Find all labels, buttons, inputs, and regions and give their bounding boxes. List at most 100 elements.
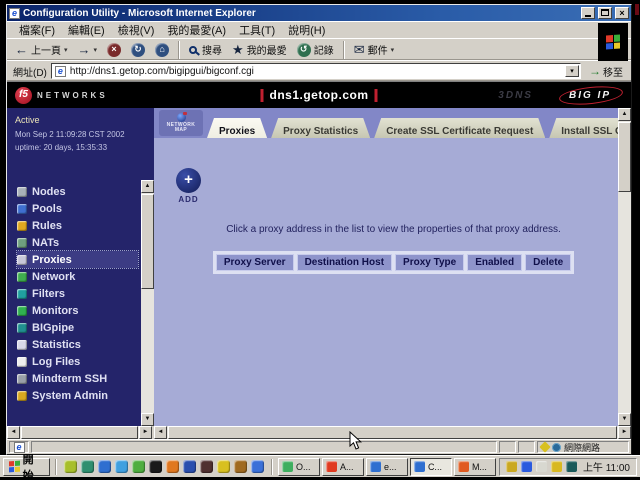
menu-item[interactable]: 檢視(V) [112, 21, 161, 39]
taskbar-window-button[interactable]: M... [454, 458, 496, 476]
sidebar-item-statistics[interactable]: Statistics [17, 336, 138, 353]
favorites-icon: ★ [232, 43, 244, 57]
sidebar-vertical-scrollbar[interactable]: ▲ ▼ [141, 180, 154, 426]
link-3dns[interactable]: 3DNS [498, 90, 533, 101]
scrollbar-thumb[interactable] [618, 122, 631, 192]
tray-icon[interactable] [566, 461, 577, 472]
tab-label: Create SSL Certificate Request [386, 126, 533, 137]
sidebar-item-log-files[interactable]: Log Files [17, 353, 138, 370]
sidebar-horizontal-scrollbar[interactable]: ◄ ► [7, 426, 154, 439]
column-header-proxy-type: Proxy Type [395, 254, 464, 271]
menu-item[interactable]: 我的最愛(A) [161, 21, 232, 39]
sidebar-item-rules[interactable]: Rules [17, 217, 138, 234]
quick-launch-icon[interactable] [234, 460, 247, 473]
quick-launch-icon[interactable] [183, 460, 196, 473]
go-label: 移至 [603, 64, 623, 79]
scroll-down-icon[interactable]: ▼ [141, 413, 154, 426]
main-vertical-scrollbar[interactable]: ▲ ▼ [618, 108, 631, 426]
scrollbar-thumb[interactable] [168, 426, 617, 439]
menu-item[interactable]: 檔案(F) [13, 21, 61, 39]
home-button[interactable]: ⌂ [151, 40, 173, 60]
menu-item[interactable]: 編輯(E) [62, 21, 111, 39]
statistics-icon [17, 340, 27, 350]
minimize-button[interactable] [581, 7, 595, 19]
page-icon: e [55, 66, 66, 77]
close-button[interactable]: × [615, 7, 629, 19]
tray-icon[interactable] [551, 461, 562, 472]
title-bar[interactable]: e Configuration Utility - Microsoft Inte… [7, 5, 631, 21]
scroll-right-icon[interactable]: ► [618, 426, 631, 439]
sidebar-item-proxies[interactable]: Proxies [17, 251, 138, 268]
window-icon [282, 461, 293, 472]
nodes-icon [17, 187, 27, 197]
quick-launch-icon[interactable] [81, 460, 94, 473]
quick-launch-icon[interactable] [115, 460, 128, 473]
sidebar-item-nats[interactable]: NATs [17, 234, 138, 251]
window-title: O... [296, 462, 311, 472]
taskbar-window-button[interactable]: A... [322, 458, 364, 476]
sidebar-item-mindterm-ssh[interactable]: Mindterm SSH [17, 370, 138, 387]
network-map-button[interactable]: NETWORK MAP [159, 110, 203, 136]
ie-window: e Configuration Utility - Microsoft Inte… [6, 4, 632, 455]
bigpipe-icon [17, 323, 27, 333]
f5-networks-wordmark: NETWORKS [37, 91, 108, 100]
search-button[interactable]: 搜尋 [185, 40, 226, 60]
tab-proxy-statistics[interactable]: Proxy Statistics [271, 118, 370, 138]
forward-button[interactable]: →▾ [74, 40, 102, 60]
favorites-button[interactable]: ★我的最愛 [228, 40, 291, 60]
quick-launch-icon[interactable] [98, 460, 111, 473]
quick-launch-icon[interactable] [166, 460, 179, 473]
scroll-up-icon[interactable]: ▲ [618, 108, 631, 121]
f5-logo-icon: f5 [15, 87, 32, 104]
scroll-left-icon[interactable]: ◄ [154, 426, 167, 439]
scrollbar-thumb[interactable] [21, 426, 138, 439]
stop-button[interactable]: × [103, 40, 125, 60]
scroll-right-icon[interactable]: ► [139, 426, 152, 439]
scrollbar-thumb[interactable] [141, 194, 154, 289]
dropdown-arrow-icon: ▾ [391, 46, 395, 54]
maximize-button[interactable] [598, 7, 612, 19]
taskbar-window-button[interactable]: O... [278, 458, 320, 476]
quick-launch-icon[interactable] [251, 460, 264, 473]
forward-icon: → [78, 43, 91, 57]
address-dropdown-icon[interactable]: ▾ [565, 65, 579, 77]
refresh-button[interactable]: ↻ [127, 40, 149, 60]
tray-icon[interactable] [521, 461, 532, 472]
tab-proxies[interactable]: Proxies [207, 118, 267, 138]
scroll-left-icon[interactable]: ◄ [7, 426, 20, 439]
sidebar-item-pools[interactable]: Pools [17, 200, 138, 217]
tray-icon[interactable] [506, 461, 517, 472]
mail-button[interactable]: ✉郵件▾ [350, 40, 398, 60]
sidebar-item-monitors[interactable]: Monitors [17, 302, 138, 319]
go-button[interactable]: → 移至 [585, 64, 627, 79]
quick-launch-icon[interactable] [149, 460, 162, 473]
taskbar-window-button[interactable]: C... [410, 458, 452, 476]
quick-launch-icon[interactable] [200, 460, 213, 473]
sidebar-item-bigpipe[interactable]: BIGpipe [17, 319, 138, 336]
add-proxy-button[interactable]: + ADD [176, 168, 201, 204]
address-input[interactable]: e http://dns1.getop.com/bigipgui/bigconf… [51, 63, 581, 79]
sidebar-item-network[interactable]: Network [17, 268, 138, 285]
back-button[interactable]: ←上一頁▾ [11, 40, 72, 60]
proxy-table: Proxy ServerDestination HostProxy TypeEn… [213, 251, 574, 274]
tray-icon[interactable] [536, 461, 547, 472]
hostname-banner: dns1.getop.com [260, 88, 377, 102]
history-button[interactable]: ↺記錄 [293, 40, 338, 60]
quick-launch-icon[interactable] [64, 460, 77, 473]
scroll-up-icon[interactable]: ▲ [141, 180, 154, 193]
scroll-down-icon[interactable]: ▼ [618, 413, 631, 426]
sidebar-item-nodes[interactable]: Nodes [17, 183, 138, 200]
toolbar-button-label: 我的最愛 [247, 42, 287, 57]
menu-item[interactable]: 說明(H) [282, 21, 331, 39]
window-icon [370, 461, 381, 472]
quick-launch-icon[interactable] [132, 460, 145, 473]
start-button[interactable]: 開始 [3, 458, 50, 476]
tab-create-ssl-certificate-request[interactable]: Create SSL Certificate Request [374, 118, 545, 138]
link-bigip[interactable]: BIG IP [563, 89, 617, 102]
main-horizontal-scrollbar[interactable]: ◄ ► [154, 426, 631, 439]
menu-item[interactable]: 工具(T) [233, 21, 281, 39]
sidebar-item-filters[interactable]: Filters [17, 285, 138, 302]
taskbar-window-button[interactable]: e... [366, 458, 408, 476]
sidebar-item-system-admin[interactable]: System Admin [17, 387, 138, 404]
quick-launch-icon[interactable] [217, 460, 230, 473]
